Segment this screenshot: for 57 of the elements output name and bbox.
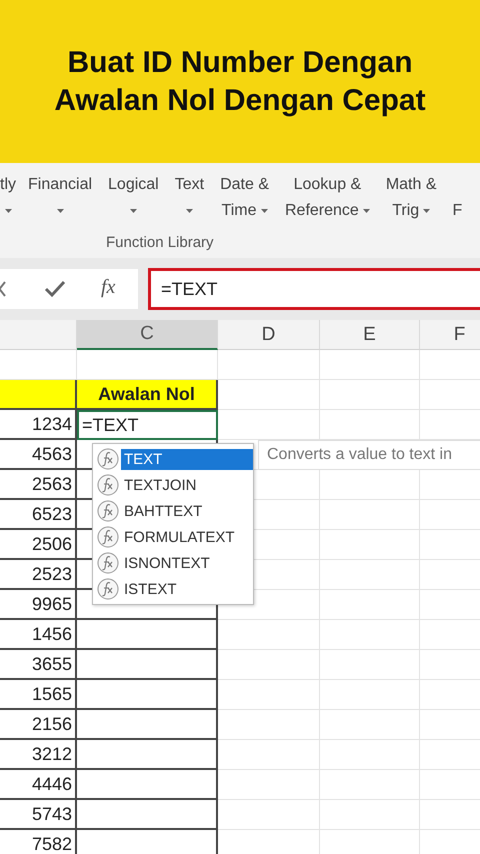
autocomplete-item[interactable]: TEXTJOIN (121, 474, 253, 496)
autocomplete-item[interactable]: ISTEXT (121, 578, 253, 600)
check-icon[interactable] (44, 280, 66, 298)
autocomplete-item[interactable]: TEXT (121, 448, 253, 470)
autocomplete-item[interactable]: BAHTTEXT (121, 500, 253, 522)
table-cell[interactable]: 2156 (0, 710, 77, 740)
table-cell[interactable]: 3212 (0, 740, 77, 770)
function-tooltip: Converts a value to text in (258, 440, 480, 470)
function-icon (97, 552, 119, 574)
table-cell[interactable]: 5743 (0, 800, 77, 830)
table-cell[interactable]: 2523 (0, 560, 77, 590)
autocomplete-item[interactable]: ISNONTEXT (121, 552, 253, 574)
ribbon-button[interactable]: Lookup & Reference (283, 173, 372, 231)
ribbon-button[interactable]: Math & Trig (384, 173, 439, 231)
column-header[interactable]: C (77, 320, 218, 350)
cell-editor[interactable]: =TEXT (77, 410, 218, 440)
ribbon-button[interactable]: F (450, 173, 464, 231)
ribbon-button[interactable]: Date & Time (218, 173, 271, 231)
column-header[interactable]: E (320, 320, 420, 350)
table-cell[interactable] (77, 710, 218, 740)
table-cell[interactable] (77, 680, 218, 710)
ribbon-button[interactable]: Financial (26, 173, 94, 231)
autocomplete-item[interactable]: FORMULATEXT (121, 526, 253, 548)
banner-title-line: Buat ID Number Dengan (67, 46, 413, 80)
table-cell[interactable]: 9965 (0, 590, 77, 620)
group-label: Function Library (106, 234, 214, 251)
table-cell[interactable]: 3655 (0, 650, 77, 680)
table-cell[interactable]: 1234 (0, 410, 77, 440)
table-cell[interactable] (0, 380, 77, 410)
table-cell[interactable]: 6523 (0, 500, 77, 530)
ribbon-button[interactable]: Text (172, 173, 206, 231)
column-header[interactable] (0, 320, 77, 350)
table-cell[interactable] (77, 620, 218, 650)
function-icon (97, 474, 119, 496)
table-cell[interactable] (77, 740, 218, 770)
table-cell[interactable]: 4446 (0, 770, 77, 800)
table-cell[interactable] (77, 650, 218, 680)
table-cell[interactable]: 1565 (0, 680, 77, 710)
table-cell[interactable] (77, 800, 218, 830)
function-icon (97, 500, 119, 522)
table-cell[interactable]: 7582 (0, 830, 77, 854)
column-header[interactable]: F (420, 320, 480, 350)
table-cell[interactable]: 2506 (0, 530, 77, 560)
function-icon (97, 448, 119, 470)
insert-function-button[interactable]: fx (101, 276, 116, 299)
banner-title-line: Awalan Nol Dengan Cepat (54, 84, 426, 118)
function-icon (97, 578, 119, 600)
column-header[interactable]: D (218, 320, 320, 350)
table-cell[interactable]: Awalan Nol (77, 380, 218, 410)
table-cell[interactable] (77, 770, 218, 800)
function-icon (97, 526, 119, 548)
ribbon-button[interactable]: tly (0, 173, 18, 231)
table-cell[interactable]: 2563 (0, 470, 77, 500)
table-cell[interactable]: 4563 (0, 440, 77, 470)
ribbon-button[interactable]: Logical (106, 173, 161, 231)
table-cell[interactable]: 1456 (0, 620, 77, 650)
formula-input[interactable]: =TEXT (148, 268, 480, 310)
